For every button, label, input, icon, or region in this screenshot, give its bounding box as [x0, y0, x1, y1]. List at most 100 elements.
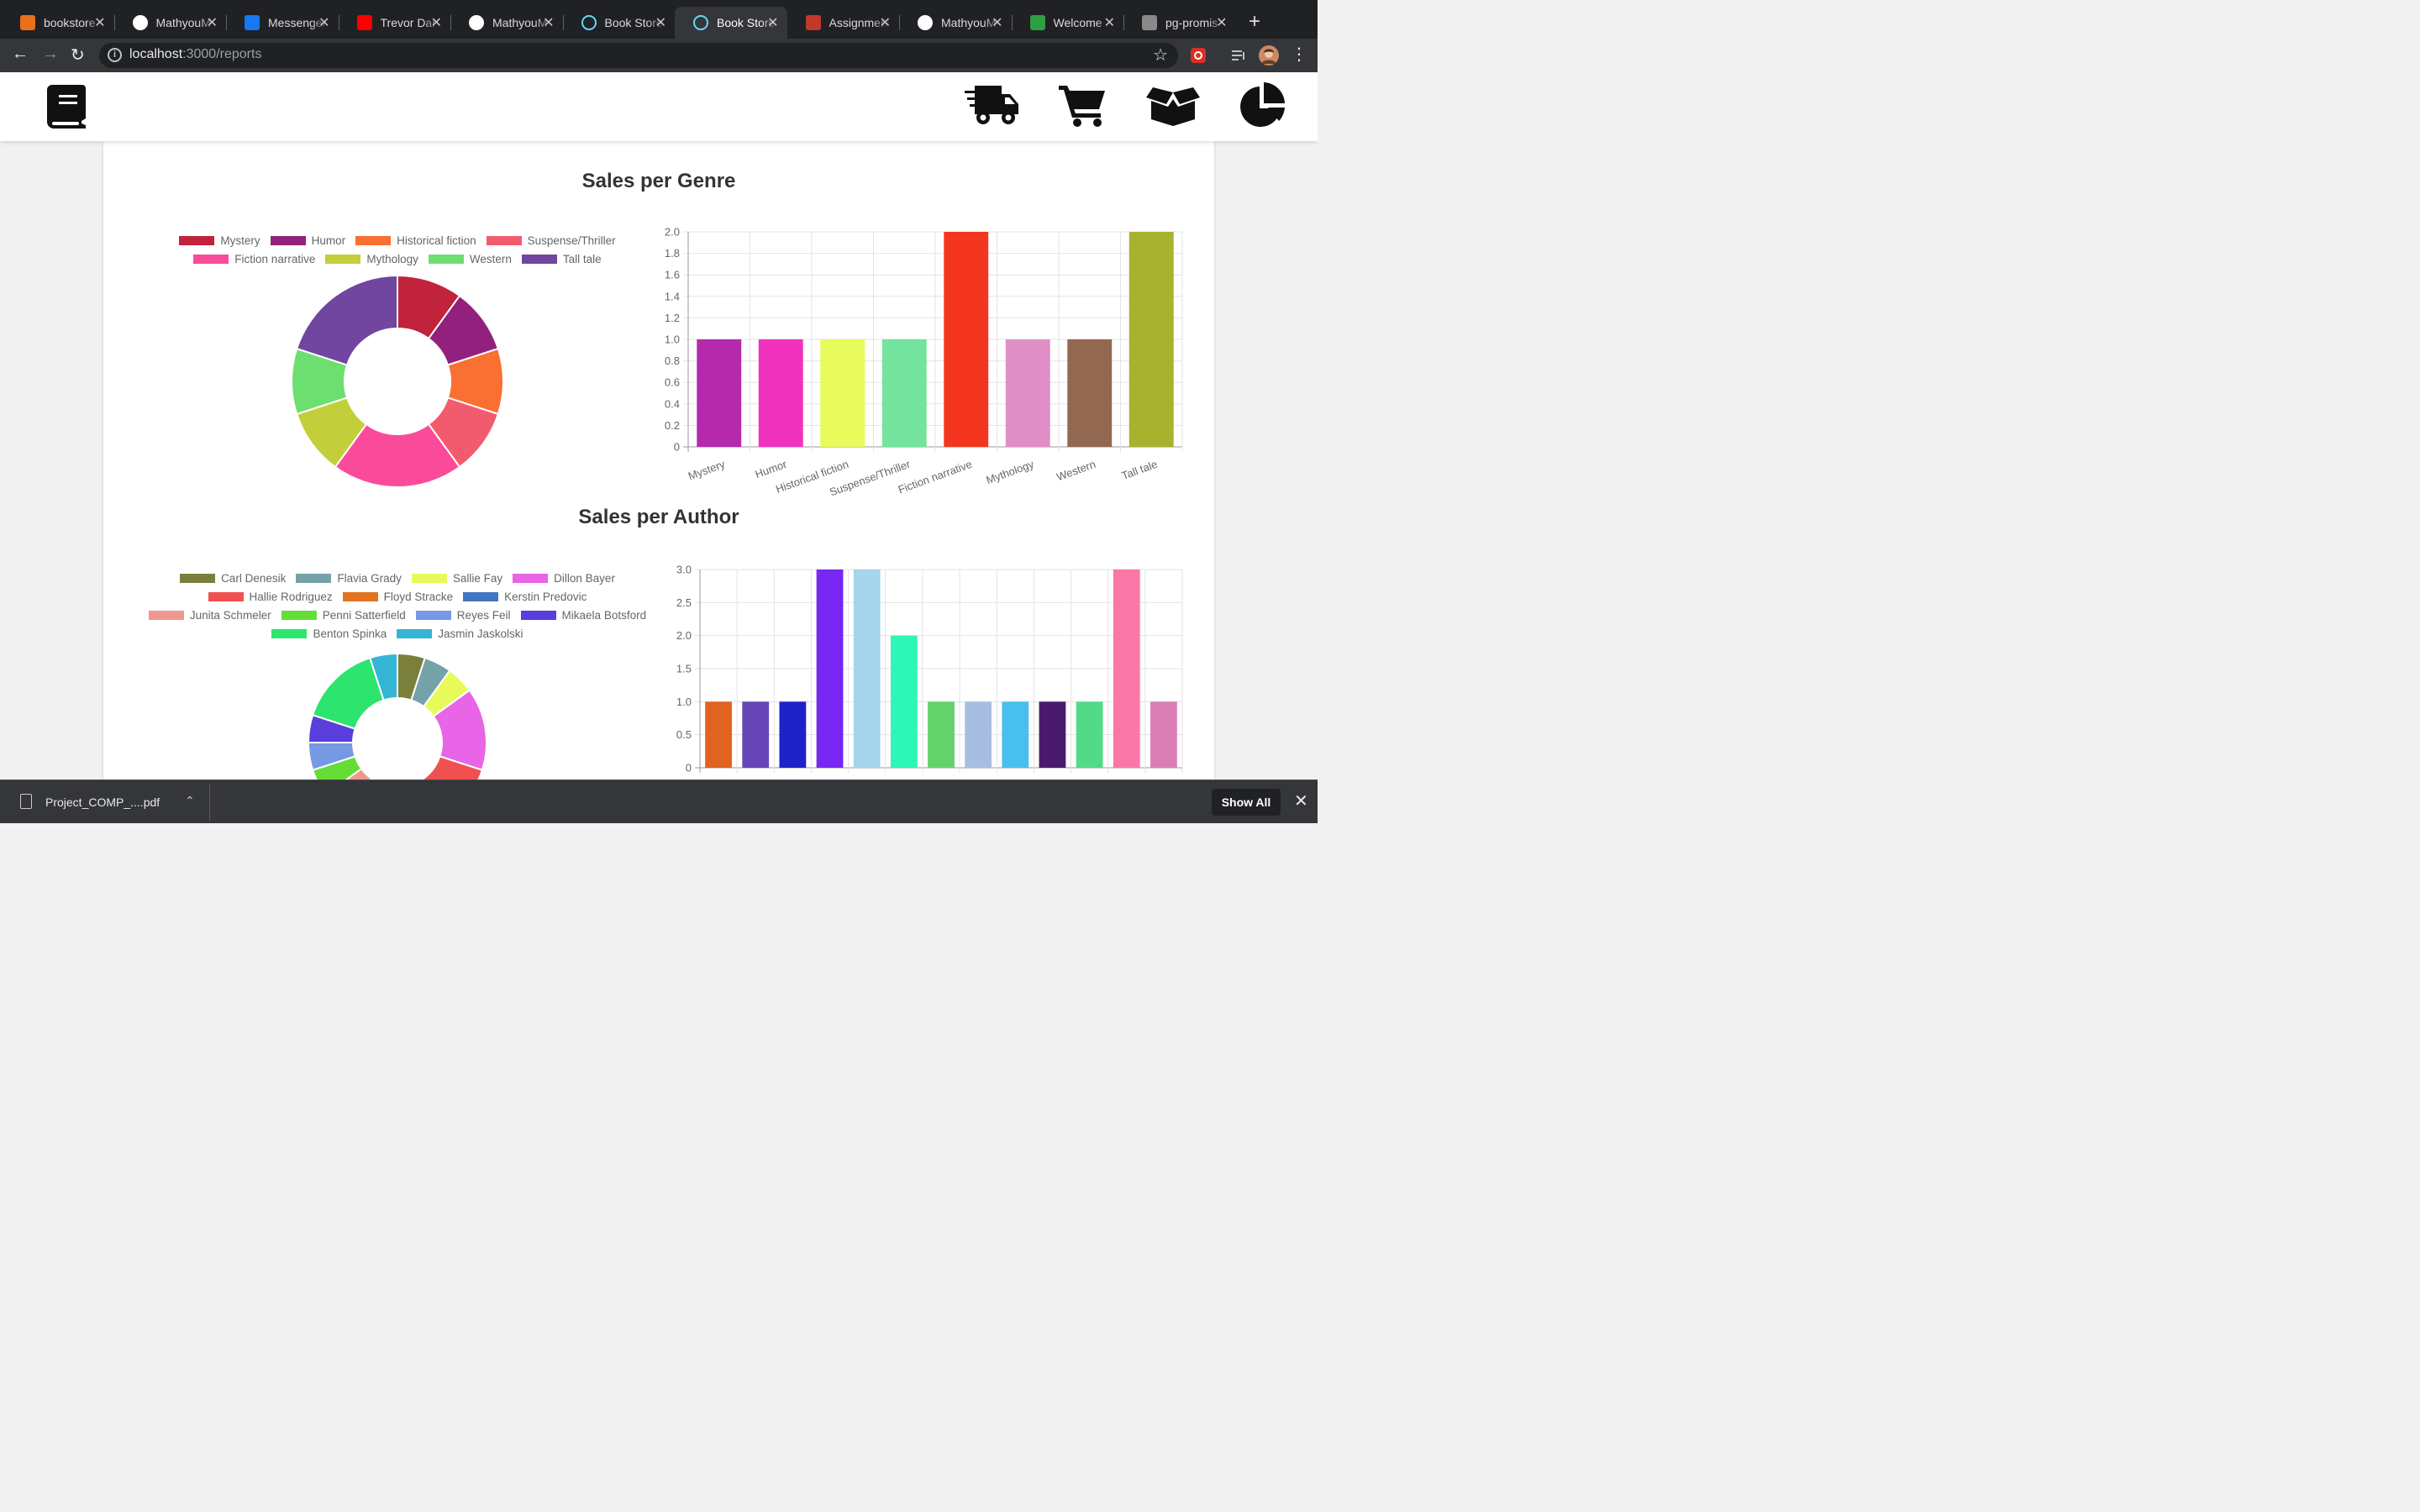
browser-tab[interactable]: Assignment ✕ [787, 7, 900, 39]
legend-label: Carl Denesik [221, 572, 287, 585]
bar[interactable] [1039, 701, 1066, 768]
legend-item[interactable]: Hallie Rodriguez [208, 591, 333, 603]
legend-item[interactable]: Carl Denesik [180, 572, 286, 585]
tab-close-icon[interactable]: ✕ [431, 14, 442, 31]
legend-item[interactable]: Junita Schmeler [148, 609, 271, 622]
browser-tab[interactable]: bookstore ✕ [2, 7, 114, 39]
bar[interactable] [1067, 339, 1113, 447]
browser-tab[interactable]: pg-promis ✕ [1123, 7, 1236, 39]
tab-close-icon[interactable]: ✕ [767, 14, 778, 31]
bar[interactable] [820, 339, 865, 447]
legend-swatch [270, 236, 306, 245]
legend-item[interactable]: Western [428, 253, 512, 265]
bar[interactable] [779, 701, 807, 768]
extension-icon[interactable] [1190, 47, 1207, 64]
show-all-button[interactable]: Show All [1212, 789, 1281, 816]
open-box-icon[interactable] [1146, 86, 1200, 126]
new-tab-button[interactable]: + [1249, 10, 1260, 34]
doughnut-slice[interactable] [295, 274, 398, 366]
bar[interactable] [881, 339, 927, 447]
legend-item[interactable]: Tall tale [521, 253, 602, 265]
legend-item[interactable]: Mythology [325, 253, 418, 265]
legend-item[interactable]: Penni Satterfield [281, 609, 406, 622]
tab-close-icon[interactable]: ✕ [880, 14, 891, 31]
bar[interactable] [1128, 232, 1174, 447]
tab-close-icon[interactable]: ✕ [655, 14, 666, 31]
bookmark-star-icon[interactable]: ☆ [1153, 45, 1168, 66]
info-icon[interactable]: i [108, 48, 122, 62]
legend-item[interactable]: Kerstin Predovic [463, 591, 587, 603]
tab-close-icon[interactable]: ✕ [543, 14, 554, 31]
chevron-up-icon[interactable]: ⌃ [185, 794, 195, 808]
close-icon[interactable]: ✕ [1294, 790, 1308, 811]
legend-item[interactable]: Mystery [179, 234, 260, 247]
legend-label: Junita Schmeler [189, 609, 271, 622]
pie-chart-icon[interactable] [1239, 82, 1286, 129]
browser-tab[interactable]: Messenger ✕ [226, 7, 339, 39]
bar[interactable] [1076, 701, 1103, 768]
bar[interactable] [758, 339, 803, 447]
address-bar[interactable]: i localhost:3000/reports ☆ [99, 43, 1178, 68]
delivery-truck-icon[interactable] [965, 84, 1020, 128]
browser-tab[interactable]: MathyouM ✕ [899, 7, 1012, 39]
bar[interactable] [1005, 339, 1050, 447]
legend-item[interactable]: Dillon Bayer [513, 572, 615, 585]
browser-tab[interactable]: MathyouM ✕ [450, 7, 563, 39]
legend-item[interactable]: Flavia Grady [296, 572, 402, 585]
legend-item[interactable]: Benton Spinka [271, 627, 387, 640]
legend-item[interactable]: Floyd Stracke [342, 591, 453, 603]
browser-menu-icon[interactable]: ⋮ [1291, 44, 1307, 65]
tab-close-icon[interactable]: ✕ [318, 14, 329, 31]
legend-item[interactable]: Reyes Feil [415, 609, 511, 622]
bar[interactable] [742, 701, 770, 768]
genre-pie-legend: Mystery Humor Historical fiction Suspense/T… [129, 234, 666, 265]
author-doughnut-chart [307, 652, 487, 780]
profile-avatar[interactable] [1259, 45, 1279, 66]
tab-separator [899, 15, 900, 30]
github-icon [469, 15, 484, 30]
author-section-title: Sales per Author [578, 506, 739, 528]
bar[interactable] [890, 635, 918, 768]
url-text[interactable]: localhost:3000/reports [129, 47, 261, 62]
browser-tab[interactable]: Book Store ✕ [675, 7, 787, 39]
bar[interactable] [944, 232, 989, 447]
browser-tab[interactable]: MathyouM ✕ [114, 7, 227, 39]
browser-tab[interactable]: Welcome ✕ [1012, 7, 1124, 39]
bar[interactable] [816, 570, 844, 768]
pdf-file-icon [20, 794, 32, 809]
app-header [0, 72, 1318, 141]
media-queue-icon[interactable] [1230, 47, 1247, 64]
legend-item[interactable]: Mikaela Botsford [520, 609, 646, 622]
legend-item[interactable]: Jasmin Jaskolski [397, 627, 523, 640]
reload-icon[interactable]: ↻ [71, 45, 85, 66]
bar[interactable] [1150, 701, 1177, 768]
bar[interactable] [697, 339, 742, 447]
tab-close-icon[interactable]: ✕ [207, 14, 218, 31]
browser-tab[interactable]: Book Store ✕ [563, 7, 676, 39]
legend-label: Fiction narrative [234, 253, 316, 265]
browser-tab[interactable]: Trevor Dar ✕ [339, 7, 451, 39]
tab-close-icon[interactable]: ✕ [992, 14, 1002, 31]
bar[interactable] [853, 570, 881, 768]
legend-item[interactable]: Fiction narrative [193, 253, 315, 265]
legend-item[interactable]: Humor [270, 234, 345, 247]
y-tick-label: 0.5 [676, 728, 692, 741]
tab-close-icon[interactable]: ✕ [94, 14, 105, 31]
tab-close-icon[interactable]: ✕ [1216, 14, 1227, 31]
tab-close-icon[interactable]: ✕ [1104, 14, 1115, 31]
shopping-cart-icon[interactable] [1059, 84, 1106, 128]
bar[interactable] [1002, 701, 1029, 768]
forward-arrow-icon[interactable]: → [42, 45, 59, 64]
download-item[interactable]: Project_COMP_....pdf ⌃ [5, 784, 210, 821]
legend-item[interactable]: Historical fiction [355, 234, 476, 247]
genre-doughnut-chart [291, 274, 504, 488]
bar[interactable] [705, 701, 732, 768]
legend-item[interactable]: Suspense/Thriller [486, 234, 616, 247]
legend-item[interactable]: Sallie Fay [411, 572, 502, 585]
back-arrow-icon[interactable]: ← [12, 45, 29, 64]
legend-label: Jasmin Jaskolski [438, 627, 523, 640]
book-icon[interactable] [47, 85, 86, 129]
bar[interactable] [965, 701, 992, 768]
bar[interactable] [1113, 570, 1140, 768]
bar[interactable] [928, 701, 955, 768]
